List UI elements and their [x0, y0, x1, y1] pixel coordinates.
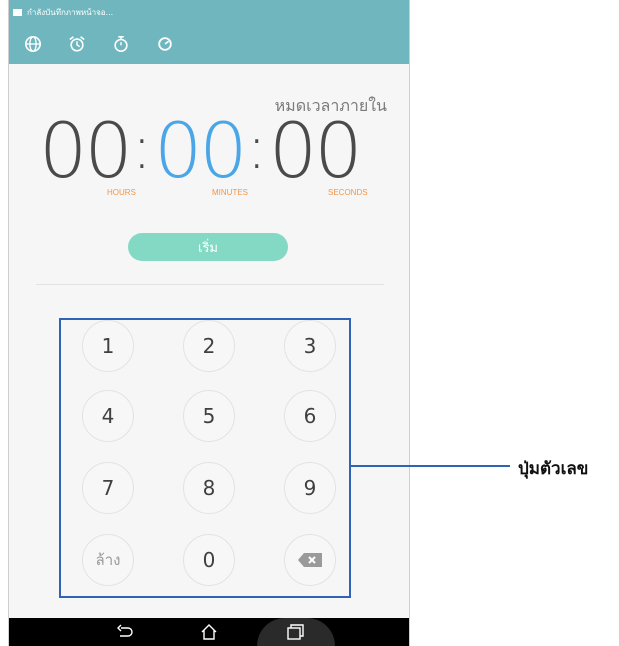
- key-2[interactable]: 2: [183, 320, 235, 372]
- callout-line: [351, 465, 510, 467]
- hours-label: HOURS: [107, 188, 136, 197]
- back-button[interactable]: [115, 622, 135, 642]
- number-keypad: 1 2 3 4 5 6 7 8 9 ล้าง 0: [59, 318, 351, 598]
- key-0[interactable]: 0: [183, 534, 235, 586]
- recents-button[interactable]: [285, 622, 305, 642]
- backspace-icon: [298, 553, 322, 567]
- divider: [36, 284, 384, 285]
- key-9[interactable]: 9: [284, 462, 336, 514]
- clock-tabs: [9, 24, 409, 64]
- key-3[interactable]: 3: [284, 320, 336, 372]
- key-6[interactable]: 6: [284, 390, 336, 442]
- colon-separator: :: [131, 113, 152, 183]
- clear-button[interactable]: ล้าง: [82, 534, 134, 586]
- colon-separator: :: [246, 113, 267, 183]
- tab-alarm[interactable]: [57, 24, 97, 64]
- home-icon: [201, 624, 217, 640]
- key-8[interactable]: 8: [183, 462, 235, 514]
- tab-stopwatch[interactable]: [101, 24, 141, 64]
- status-text: กำลังบันทึกภาพหน้าจอ...: [27, 7, 114, 17]
- seconds-label: SECONDS: [328, 188, 368, 197]
- screenshot-icon: [13, 8, 22, 16]
- key-7[interactable]: 7: [82, 462, 134, 514]
- backspace-button[interactable]: [284, 534, 336, 586]
- seconds-value[interactable]: 00: [269, 106, 363, 196]
- recents-icon: [287, 624, 304, 640]
- timer-digits: 00 : 00 : 00: [39, 106, 363, 196]
- alarm-icon: [69, 36, 85, 52]
- tab-world-clock[interactable]: [13, 24, 53, 64]
- minutes-label: MINUTES: [212, 188, 248, 197]
- key-1[interactable]: 1: [82, 320, 134, 372]
- phone-screen: กำลังบันทึกภาพหน้าจอ... หมดเวลาภายใน 00 …: [8, 0, 410, 646]
- home-button[interactable]: [199, 622, 219, 642]
- minutes-value[interactable]: 00: [154, 106, 248, 196]
- hours-value[interactable]: 00: [39, 106, 133, 196]
- tab-timer[interactable]: [145, 24, 185, 64]
- callout-label: ปุ่มตัวเลข: [518, 459, 589, 479]
- key-4[interactable]: 4: [82, 390, 134, 442]
- key-5[interactable]: 5: [183, 390, 235, 442]
- globe-icon: [24, 35, 42, 53]
- stopwatch-icon: [114, 35, 128, 53]
- navigation-bar: [9, 618, 409, 646]
- timer-icon: [158, 37, 172, 51]
- start-button[interactable]: เริ่ม: [128, 233, 288, 261]
- back-icon: [117, 624, 133, 637]
- status-bar: กำลังบันทึกภาพหน้าจอ...: [9, 0, 409, 24]
